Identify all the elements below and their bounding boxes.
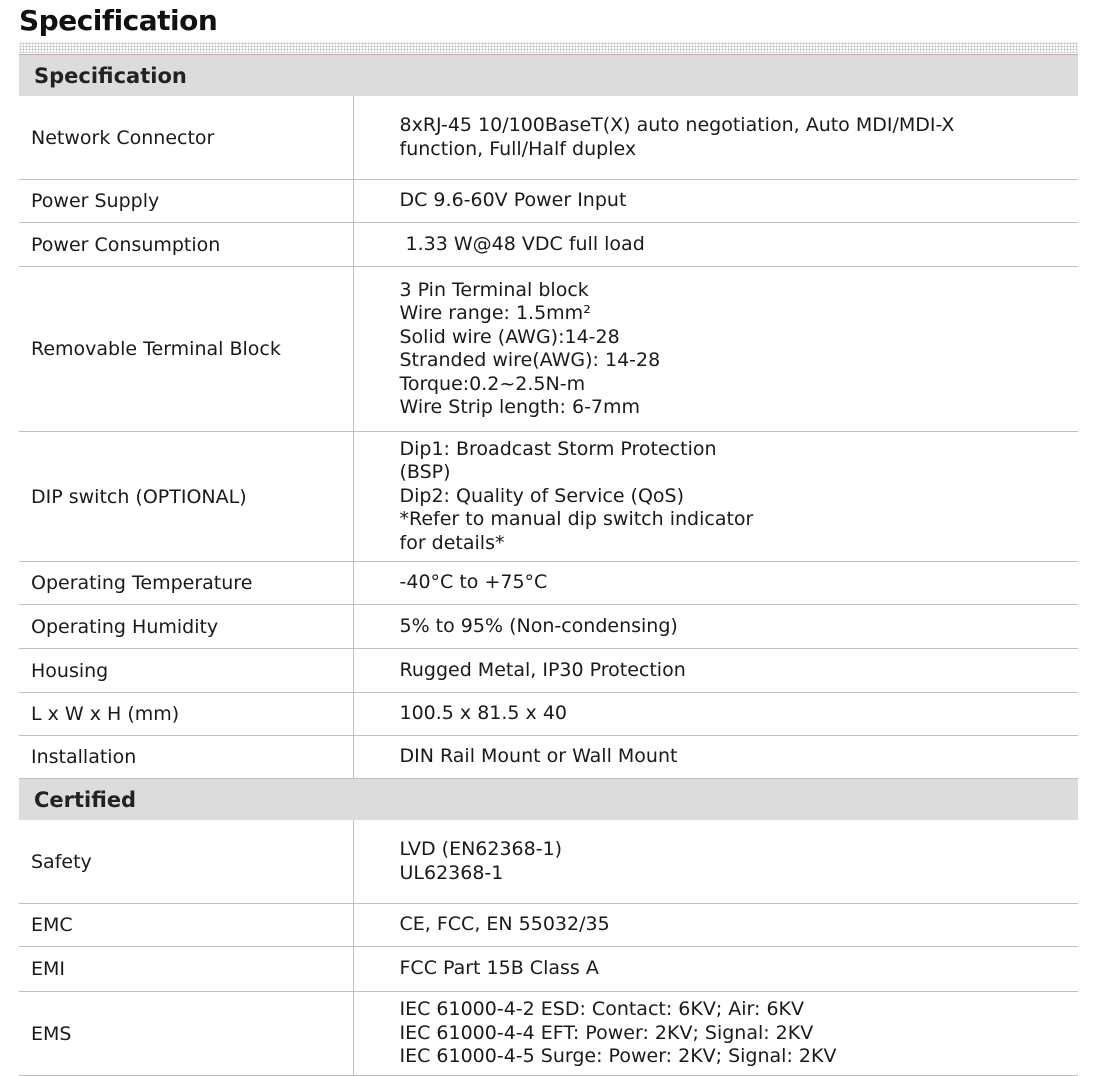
value-line: Solid wire (AWG):14-28 — [399, 325, 620, 348]
value-line: DC 9.6-60V Power Input — [399, 189, 627, 212]
row-label: Power Supply — [19, 179, 354, 223]
value-line: DIN Rail Mount or Wall Mount — [399, 745, 678, 768]
row-label: Operating Temperature — [19, 561, 354, 605]
value-line: -40°C to +75°C — [399, 571, 548, 594]
row-label: Operating Humidity — [19, 604, 354, 649]
table-row: Installation DIN Rail Mount or Wall Moun… — [19, 735, 1079, 779]
table-row: Housing Rugged Metal, IP30 Protection — [19, 648, 1079, 693]
value-line: Wire range: 1.5mm² — [399, 302, 591, 324]
table-row: Power Consumption 1.33 W@48 VDC full loa… — [19, 222, 1079, 267]
value-line: (BSP) — [399, 461, 451, 484]
row-value: Dip1: Broadcast Storm Protection (BSP) D… — [353, 431, 1079, 562]
table-row: Safety LVD (EN62368-1) UL62368-1 — [19, 820, 1079, 904]
row-value: DC 9.6-60V Power Input — [353, 179, 1079, 223]
table-row: Network Connector 8xRJ-45 10/100BaseT(X)… — [19, 96, 1079, 180]
table-row: Operating Humidity 5% to 95% (Non-conden… — [19, 604, 1079, 649]
value-line: *Refer to manual dip switch indicator — [399, 508, 754, 531]
row-value: 1.33 W@48 VDC full load — [353, 222, 1079, 267]
value-line: Stranded wire(AWG): 14-28 — [399, 349, 661, 371]
row-label: Safety — [19, 820, 354, 904]
section-header-specification: Specification — [19, 55, 1079, 96]
value-line: FCC Part 15B Class A — [399, 957, 599, 980]
row-value: LVD (EN62368-1) UL62368-1 — [353, 820, 1079, 904]
row-value: Rugged Metal, IP30 Protection — [353, 648, 1079, 693]
row-value: IEC 61000-4-2 ESD: Contact: 6KV; Air: 6K… — [353, 991, 1079, 1076]
value-line: IEC 61000-4-5 Surge: Power: 2KV; Signal:… — [399, 1045, 837, 1068]
value-line: 3 Pin Terminal block — [399, 278, 589, 301]
row-label: Power Consumption — [19, 222, 354, 267]
table-row: DIP switch (OPTIONAL) Dip1: Broadcast St… — [19, 431, 1079, 562]
value-line: UL62368-1 — [399, 861, 504, 884]
row-value: FCC Part 15B Class A — [353, 946, 1079, 992]
dotted-divider — [19, 42, 1078, 53]
value-line: Dip1: Broadcast Storm Protection — [399, 437, 717, 460]
row-value: -40°C to +75°C — [353, 561, 1079, 605]
row-label: Housing — [19, 648, 354, 693]
row-value: 3 Pin Terminal block Wire range: 1.5mm² … — [353, 266, 1079, 432]
value-line: Dip2: Quality of Service (QoS) — [399, 484, 685, 507]
value-line: CE, FCC, EN 55032/35 — [399, 913, 610, 936]
value-line: 5% to 95% (Non-condensing) — [399, 614, 678, 637]
table-row: Removable Terminal Block 3 Pin Terminal … — [19, 266, 1079, 432]
row-value: DIN Rail Mount or Wall Mount — [353, 735, 1079, 779]
row-label: DIP switch (OPTIONAL) — [19, 431, 354, 562]
value-line: IEC 61000-4-2 ESD: Contact: 6KV; Air: 6K… — [399, 998, 805, 1021]
value-line: 1.33 W@48 VDC full load — [399, 232, 645, 255]
table-row: Operating Temperature -40°C to +75°C — [19, 561, 1079, 605]
row-label: EMI — [19, 946, 354, 992]
page-title: Specification — [19, 4, 218, 37]
table-row: Power Supply DC 9.6-60V Power Input — [19, 179, 1079, 223]
section-header-certified: Certified — [19, 778, 1079, 820]
row-value: CE, FCC, EN 55032/35 — [353, 903, 1079, 947]
row-label: EMC — [19, 903, 354, 947]
row-value: 100.5 x 81.5 x 40 — [353, 692, 1079, 736]
row-value: 5% to 95% (Non-condensing) — [353, 604, 1079, 649]
value-line: Rugged Metal, IP30 Protection — [399, 658, 686, 681]
row-label: L x W x H (mm) — [19, 692, 354, 736]
table-row: EMC CE, FCC, EN 55032/35 — [19, 903, 1079, 947]
section-header-label: Specification — [19, 55, 1079, 96]
value-line: 100.5 x 81.5 x 40 — [399, 702, 568, 725]
value-line: Wire Strip length: 6-7mm — [399, 396, 641, 418]
section-header-label: Certified — [19, 778, 1079, 820]
value-line: function, Full/Half duplex — [399, 137, 637, 160]
spec-table: Specification Network Connector 8xRJ-45 … — [19, 55, 1079, 1076]
value-line: LVD (EN62368-1) — [399, 838, 563, 860]
value-line: IEC 61000-4-4 EFT: Power: 2KV; Signal: 2… — [399, 1021, 814, 1044]
spec-page: Specification Specification Network Conn… — [0, 0, 1098, 1076]
row-label: Removable Terminal Block — [19, 266, 354, 432]
table-row: L x W x H (mm) 100.5 x 81.5 x 40 — [19, 692, 1079, 736]
value-line: for details* — [399, 531, 505, 554]
value-line: Torque:0.2~2.5N-m — [399, 372, 586, 395]
row-value: 8xRJ-45 10/100BaseT(X) auto negotiation,… — [353, 96, 1079, 180]
row-label: EMS — [19, 991, 354, 1076]
row-label: Network Connector — [19, 96, 354, 180]
row-label: Installation — [19, 735, 354, 779]
table-row: EMI FCC Part 15B Class A — [19, 946, 1079, 992]
value-line: 8xRJ-45 10/100BaseT(X) auto negotiation,… — [399, 114, 955, 136]
table-row: EMS IEC 61000-4-2 ESD: Contact: 6KV; Air… — [19, 991, 1079, 1076]
